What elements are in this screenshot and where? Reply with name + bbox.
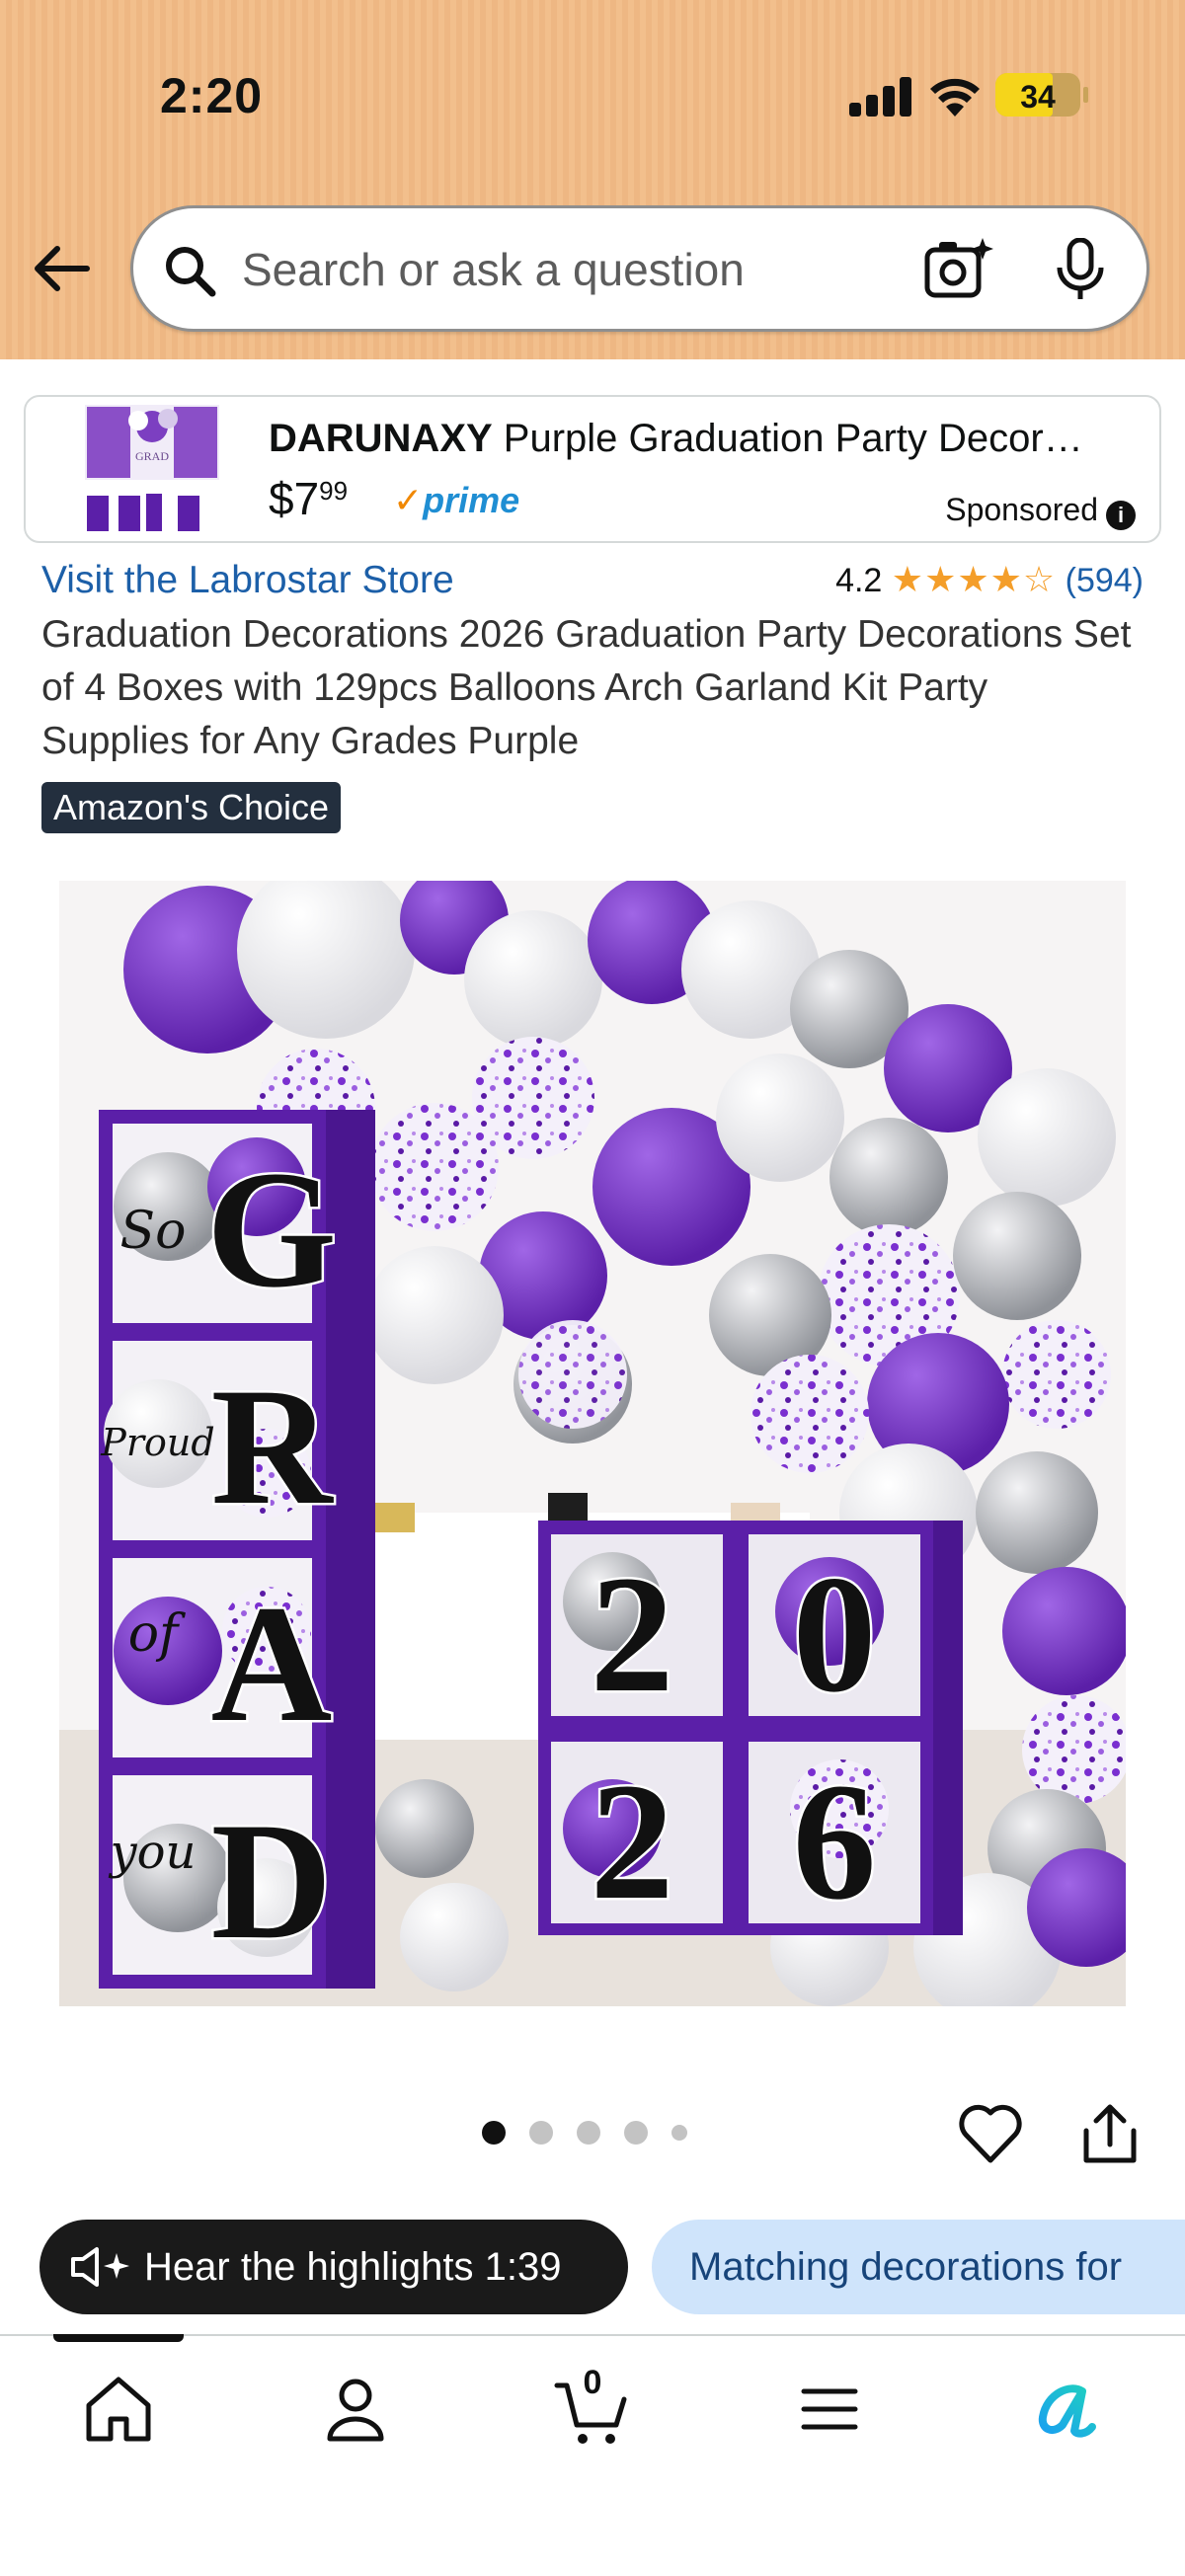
wifi-icon [930,78,980,117]
cart-count: 0 [583,2364,602,2401]
side-word: you [109,1825,197,1880]
box-number: 2 [591,1541,674,1727]
app-header: 2:20 34 [0,0,1185,359]
home-icon[interactable] [79,2370,158,2449]
prime-badge: ✓prime [393,480,520,520]
status-time: 2:20 [160,68,264,123]
box-number: 2 [591,1749,674,1934]
speaker-sparkle-icon [71,2247,129,2287]
search-icon [166,247,216,297]
rufus-icon[interactable] [1027,2370,1106,2449]
back-arrow-icon[interactable] [30,237,93,300]
active-tab-indicator [53,2334,184,2342]
camera-search-icon[interactable] [923,236,994,303]
carousel-dot[interactable] [624,2121,648,2145]
sponsored-ad-card[interactable]: GRAD DARUNAXY Purple Graduation Party De… [24,395,1161,543]
box-letter: R [211,1354,335,1539]
box-number: 0 [793,1541,877,1727]
share-icon[interactable] [1080,2101,1140,2166]
hear-highlights-label: Hear the highlights 1:39 [144,2245,562,2289]
product-image[interactable]: G R A D 2 0 2 6 So Proud of you [59,881,1126,2006]
ad-thumbnail: GRAD [85,405,219,531]
cart-button[interactable]: 0 [553,2364,632,2449]
matching-decorations-chip[interactable]: Matching decorations for [652,2220,1185,2314]
side-word: Proud [100,1421,214,1464]
side-word: So [120,1202,187,1261]
carousel-dot[interactable] [672,2125,687,2141]
product-title: Graduation Decorations 2026 Graduation P… [41,613,1132,762]
box-letter: G [206,1136,337,1322]
matching-decorations-label: Matching decorations for [689,2245,1123,2289]
sponsored-label[interactable]: Sponsored i [945,492,1136,530]
carousel-dot[interactable] [577,2121,600,2145]
svg-text:GRAD: GRAD [135,449,169,463]
box-letter: D [211,1788,333,1974]
account-icon[interactable] [316,2370,395,2449]
side-word: of [128,1604,186,1664]
rating-value: 4.2 [835,562,883,599]
box-number: 6 [793,1749,877,1934]
search-bar[interactable] [130,205,1149,332]
rating-summary[interactable]: 4.2 ★★★★☆ (594) [835,559,1144,600]
info-icon[interactable]: i [1106,501,1136,530]
hear-highlights-button[interactable]: Hear the highlights 1:39 [40,2220,628,2314]
store-link[interactable]: Visit the Labrostar Store [41,559,454,602]
amazons-choice-badge: Amazon's Choice [41,782,341,833]
cellular-signal-icon [849,77,912,117]
heart-icon[interactable] [958,2103,1023,2164]
ad-price: $799 [269,473,349,524]
rating-count[interactable]: (594) [1066,562,1144,599]
menu-icon[interactable] [790,2370,869,2449]
product-photo: G R A D 2 0 2 6 So Proud of you [59,881,1126,2006]
battery-indicator: 34 [995,73,1088,117]
carousel-dot[interactable] [482,2121,506,2145]
microphone-icon[interactable] [1056,238,1105,303]
carousel-dot[interactable] [529,2121,553,2145]
ad-title[interactable]: DARUNAXY Purple Graduation Party Decor… [269,417,1147,461]
star-rating-icon: ★★★★☆ [891,559,1057,599]
search-input[interactable] [242,234,933,305]
box-letter: A [211,1571,333,1756]
